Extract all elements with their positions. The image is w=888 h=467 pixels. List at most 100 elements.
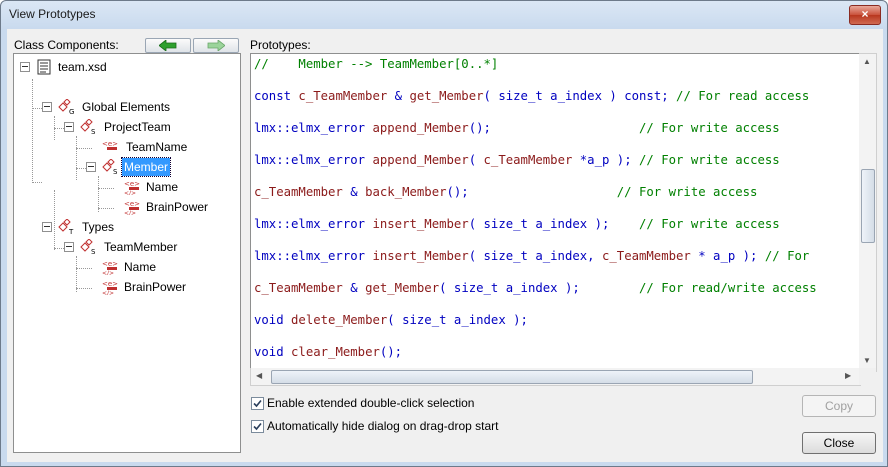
code-token: get_Member [409, 89, 484, 103]
tree-node-label: Member [120, 157, 172, 177]
group-icon-badge: G [69, 108, 74, 115]
checkmark-icon [253, 399, 262, 408]
code-token: ( size_t a_index, [468, 249, 602, 263]
collapse-toggle[interactable] [64, 122, 74, 132]
class-components-tree[interactable]: team.xsd G Global Elements S ProjectTeam… [13, 53, 241, 453]
code-token: append_Member [372, 121, 469, 135]
vertical-scrollbar[interactable]: ▲ ▼ [859, 53, 877, 372]
tree-node-types[interactable]: T Types [14, 218, 234, 236]
collapse-toggle[interactable] [42, 102, 52, 112]
tree-node-brain-power[interactable]: <e> </> BrainPower [14, 198, 234, 216]
forward-button[interactable] [193, 38, 239, 53]
tree-node-team-xsd[interactable]: team.xsd [14, 58, 234, 76]
code-token: const [254, 89, 299, 103]
class-components-label: Class Components: [14, 38, 119, 52]
collapse-toggle[interactable] [20, 62, 30, 72]
tree-node-name[interactable]: <e> </> Name [14, 178, 234, 196]
scroll-up-icon[interactable]: ▲ [863, 57, 871, 66]
code-token: (); [379, 345, 403, 359]
code-line: lmx::elmx_error insert_Member( size_t a_… [254, 217, 780, 231]
sequence-icon: S [80, 239, 96, 255]
horizontal-scroll-thumb[interactable] [271, 370, 753, 384]
code-token: void [254, 313, 292, 327]
collapse-toggle[interactable] [42, 222, 52, 232]
code-token: ( [468, 153, 484, 167]
scroll-right-icon[interactable]: ▶ [845, 371, 851, 380]
svg-text:</>: </> [102, 290, 114, 295]
code-token: ( size_t a_index ); [387, 313, 528, 327]
code-token: ( size_t a_index ); [468, 217, 639, 231]
code-token: get_Member [365, 281, 440, 295]
code-token: void [254, 345, 292, 359]
code-line: void delete_Member( size_t a_index ); [254, 313, 528, 327]
code-line: c_TeamMember & back_Member(); // For wri… [254, 185, 757, 199]
code-token: lmx::elmx_error [254, 153, 373, 167]
green-left-arrow-icon [159, 40, 177, 51]
code-token: lmx::elmx_error [254, 249, 373, 263]
close-button[interactable]: Close [802, 432, 876, 454]
code-token: ( [483, 89, 499, 103]
auto-hide-checkbox[interactable] [251, 420, 264, 433]
element-icon: <e> </> [102, 260, 118, 275]
extended-dblclick-checkbox[interactable] [251, 397, 264, 410]
group-icon: G [58, 99, 74, 115]
code-token: lmx::elmx_error [254, 217, 373, 231]
code-token: c_TeamMember [254, 281, 343, 295]
title-bar[interactable]: View Prototypes × [1, 1, 887, 29]
tree-node-member[interactable]: S Member [14, 157, 234, 177]
code-token: back_Member [365, 185, 447, 199]
vertical-scroll-thumb[interactable] [861, 169, 875, 243]
tree-node-label: Name [146, 180, 179, 194]
code-token: // For read/write access [639, 281, 817, 295]
code-token: // For write access [616, 185, 758, 199]
collapse-toggle[interactable] [86, 162, 96, 172]
svg-text:<e>: <e> [124, 200, 140, 208]
tree-node-type-name[interactable]: <e> </> Name [14, 258, 234, 276]
svg-text:<e>: <e> [102, 140, 118, 148]
window-close-button[interactable]: × [849, 5, 881, 25]
tree-node-type-brain-power[interactable]: <e> </> BrainPower [14, 278, 234, 296]
code-token: c_TeamMember [254, 185, 343, 199]
prototypes-code-view[interactable]: // Member --> TeamMember[0..*] const c_Te… [250, 53, 861, 386]
tree-node-label: BrainPower [124, 280, 187, 294]
close-icon: × [861, 7, 869, 21]
code-token: insert_Member [372, 249, 469, 263]
green-right-arrow-icon [207, 40, 225, 51]
tree-node-label: Types [82, 220, 115, 234]
code-token: // For write access [639, 217, 780, 231]
tree-node-label: team.xsd [58, 60, 107, 74]
code-token: clear_Member [291, 345, 380, 359]
scroll-down-icon[interactable]: ▼ [863, 356, 871, 365]
code-token: // For [764, 249, 810, 263]
copy-button[interactable]: Copy [802, 395, 876, 417]
types-icon-badge: T [68, 228, 74, 235]
code-token: & [342, 185, 366, 199]
code-token: // For read access [676, 89, 810, 103]
tree-node-project-team[interactable]: S ProjectTeam [14, 118, 234, 136]
dialog-client-area: Class Components: Prototypes: team.xsd G… [7, 29, 883, 462]
tree-node-global-elements[interactable]: G Global Elements [14, 98, 234, 116]
svg-text:<e>: <e> [102, 260, 118, 268]
svg-text:<e>: <e> [102, 280, 118, 288]
code-token: c_TeamMember [298, 89, 388, 103]
scroll-left-icon[interactable]: ◀ [256, 371, 262, 380]
back-button[interactable] [145, 38, 191, 53]
auto-hide-label: Automatically hide dialog on drag-drop s… [267, 419, 499, 433]
tree-node-label: TeamName [126, 140, 188, 154]
horizontal-scrollbar[interactable]: ◀ ▶ [250, 368, 861, 386]
tree-node-team-member[interactable]: S TeamMember [14, 238, 234, 256]
code-token: (); [446, 185, 617, 199]
collapse-toggle[interactable] [64, 242, 74, 252]
code-token: & [387, 89, 410, 103]
code-line: lmx::elmx_error insert_Member( size_t a_… [254, 249, 809, 263]
prototypes-label: Prototypes: [250, 38, 311, 52]
checkmark-icon [253, 422, 262, 431]
code-line: const c_TeamMember & get_Member( size_t … [254, 89, 809, 103]
svg-text:<e>: <e> [124, 180, 140, 188]
scrollbar-corner [859, 368, 876, 385]
types-icon: T [58, 219, 74, 235]
code-line: void clear_Member(); [254, 345, 402, 359]
code-line: c_TeamMember & get_Member( size_t a_inde… [254, 281, 817, 295]
sequence-icon: S [80, 119, 96, 135]
tree-node-team-name[interactable]: <e> TeamName [14, 138, 234, 156]
